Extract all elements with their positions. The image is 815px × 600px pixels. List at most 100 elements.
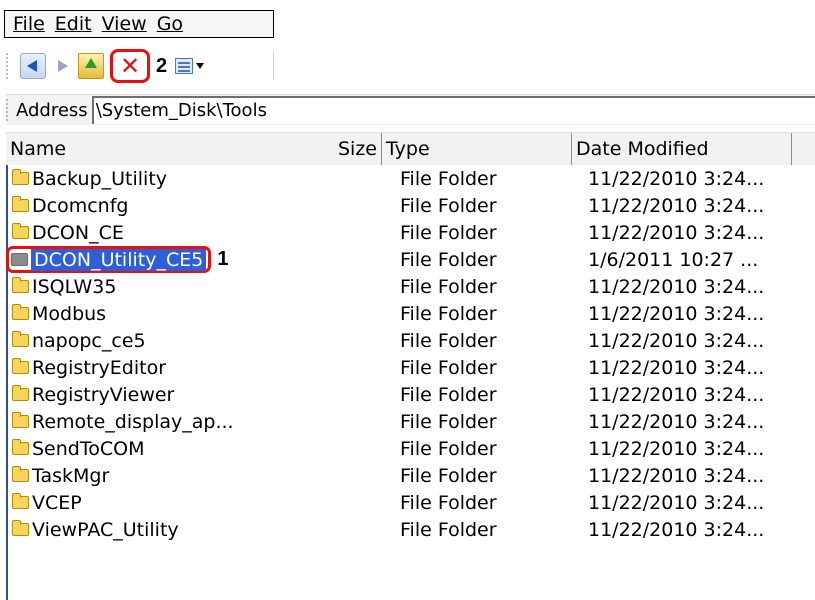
item-type: File Folder (400, 410, 497, 433)
folder-icon (12, 169, 29, 185)
item-date: 11/22/2010 3:24... (588, 167, 765, 190)
toolbar: ✕ 2 (6, 46, 205, 86)
item-name: VCEP (32, 491, 82, 514)
list-item[interactable]: DCON_CE File Folder 11/22/2010 3:24... (8, 219, 808, 246)
delete-icon[interactable]: ✕ (120, 54, 140, 78)
item-name: RegistryEditor (32, 356, 167, 379)
item-date: 11/22/2010 3:24... (588, 410, 765, 433)
folder-icon (12, 277, 29, 293)
list-item[interactable]: Remote_display_ap... File Folder 11/22/2… (8, 408, 808, 435)
list-item[interactable]: napopc_ce5 File Folder 11/22/2010 3:24..… (8, 327, 808, 354)
item-name: Backup_Utility (32, 167, 168, 190)
item-type: File Folder (400, 491, 497, 514)
item-date: 11/22/2010 3:24... (588, 518, 765, 541)
column-date-label: Date Modified (576, 138, 709, 160)
toolbar-grip[interactable] (6, 53, 12, 79)
folder-icon (12, 385, 29, 401)
column-header-name[interactable]: Name Size (6, 133, 382, 165)
item-type: File Folder (400, 383, 497, 406)
item-date: 11/22/2010 3:24... (588, 356, 765, 379)
folder-icon (12, 331, 29, 347)
views-icon[interactable] (175, 58, 194, 74)
item-name: RegistryViewer (32, 383, 175, 406)
list-header: Name Size Type Date Modified (6, 132, 815, 166)
address-bar: Address \System_Disk\Tools (6, 94, 815, 125)
folder-icon (12, 358, 29, 374)
item-name: DCON_CE (32, 221, 124, 244)
list-item[interactable]: ISQLW35 File Folder 11/22/2010 3:24... (8, 273, 808, 300)
folder-icon (12, 223, 29, 239)
item-type: File Folder (400, 329, 497, 352)
address-input[interactable]: \System_Disk\Tools (91, 96, 815, 124)
column-name-label: Name (10, 138, 67, 160)
list-item[interactable]: SendToCOM File Folder 11/22/2010 3:24... (8, 435, 808, 462)
item-name: ViewPAC_Utility (32, 518, 179, 541)
item-name: DCON_Utility_CE5 (31, 248, 207, 271)
list-item[interactable]: Backup_Utility File Folder 11/22/2010 3:… (8, 165, 808, 192)
item-date: 11/22/2010 3:24... (588, 329, 765, 352)
column-header-date[interactable]: Date Modified (572, 133, 792, 165)
item-name: ISQLW35 (32, 275, 117, 298)
folder-icon (12, 439, 29, 455)
menu-file[interactable]: File (13, 13, 45, 35)
item-date: 11/22/2010 3:24... (588, 491, 765, 514)
list-item[interactable]: ViewPAC_Utility File Folder 11/22/2010 3… (8, 516, 808, 543)
column-size-label[interactable]: Size (338, 138, 377, 160)
item-type: File Folder (400, 302, 497, 325)
list-item[interactable]: Modbus File Folder 11/22/2010 3:24... (8, 300, 808, 327)
forward-arrow-icon[interactable] (50, 54, 74, 78)
item-type: File Folder (400, 221, 497, 244)
toolbar-divider (273, 52, 274, 80)
item-date: 1/6/2011 10:27 ... (588, 248, 759, 271)
item-name: napopc_ce5 (32, 329, 146, 352)
annotation-1: 1 (217, 248, 229, 270)
item-date: 11/22/2010 3:24... (588, 275, 765, 298)
item-name: Dcomcnfg (32, 194, 129, 217)
menu-go[interactable]: Go (157, 13, 183, 35)
annotation-2: 2 (156, 54, 168, 77)
item-type: File Folder (400, 275, 497, 298)
item-name: SendToCOM (32, 437, 145, 460)
item-date: 11/22/2010 3:24... (588, 194, 765, 217)
up-folder-icon[interactable] (78, 53, 104, 79)
item-date: 11/22/2010 3:24... (588, 221, 765, 244)
item-type: File Folder (400, 437, 497, 460)
address-label: Address (16, 99, 88, 121)
menu-view[interactable]: View (102, 13, 147, 35)
item-type: File Folder (400, 464, 497, 487)
folder-icon (12, 466, 29, 482)
folder-icon (12, 493, 29, 509)
item-name: Modbus (32, 302, 107, 325)
item-name: Remote_display_ap... (32, 410, 234, 433)
item-type: File Folder (400, 194, 497, 217)
folder-icon (12, 196, 29, 212)
folder-icon (12, 412, 29, 428)
list-item[interactable]: RegistryViewer File Folder 11/22/2010 3:… (8, 381, 808, 408)
column-header-type[interactable]: Type (382, 133, 572, 165)
column-type-label: Type (386, 138, 430, 160)
list-item[interactable]: Dcomcnfg File Folder 11/22/2010 3:24... (8, 192, 808, 219)
item-date: 11/22/2010 3:24... (588, 302, 765, 325)
address-grip[interactable] (6, 99, 12, 121)
folder-icon (12, 304, 29, 320)
folder-icon (12, 520, 29, 536)
item-date: 11/22/2010 3:24... (588, 437, 765, 460)
chevron-down-icon[interactable] (196, 63, 205, 69)
menu-edit[interactable]: Edit (55, 13, 92, 35)
file-list: Backup_Utility File Folder 11/22/2010 3:… (6, 165, 815, 600)
menu-bar: File Edit View Go (4, 10, 274, 38)
item-type: File Folder (400, 167, 497, 190)
selected-item-highlight[interactable]: DCON_Utility_CE5 (6, 246, 212, 273)
list-item[interactable]: VCEP File Folder 11/22/2010 3:24... (8, 489, 808, 516)
list-item[interactable]: TaskMgr File Folder 11/22/2010 3:24... (8, 462, 808, 489)
back-arrow-icon[interactable] (20, 53, 46, 79)
item-type: File Folder (400, 356, 497, 379)
folder-icon (11, 253, 28, 266)
item-date: 11/22/2010 3:24... (588, 464, 765, 487)
list-item[interactable]: RegistryEditor File Folder 11/22/2010 3:… (8, 354, 808, 381)
item-name: TaskMgr (32, 464, 110, 487)
delete-button[interactable]: ✕ (110, 49, 150, 83)
item-type: File Folder (400, 518, 497, 541)
item-type: File Folder (400, 248, 497, 271)
list-item-selected[interactable]: DCON_Utility_CE5 1 File Folder 1/6/2011 … (6, 246, 808, 273)
